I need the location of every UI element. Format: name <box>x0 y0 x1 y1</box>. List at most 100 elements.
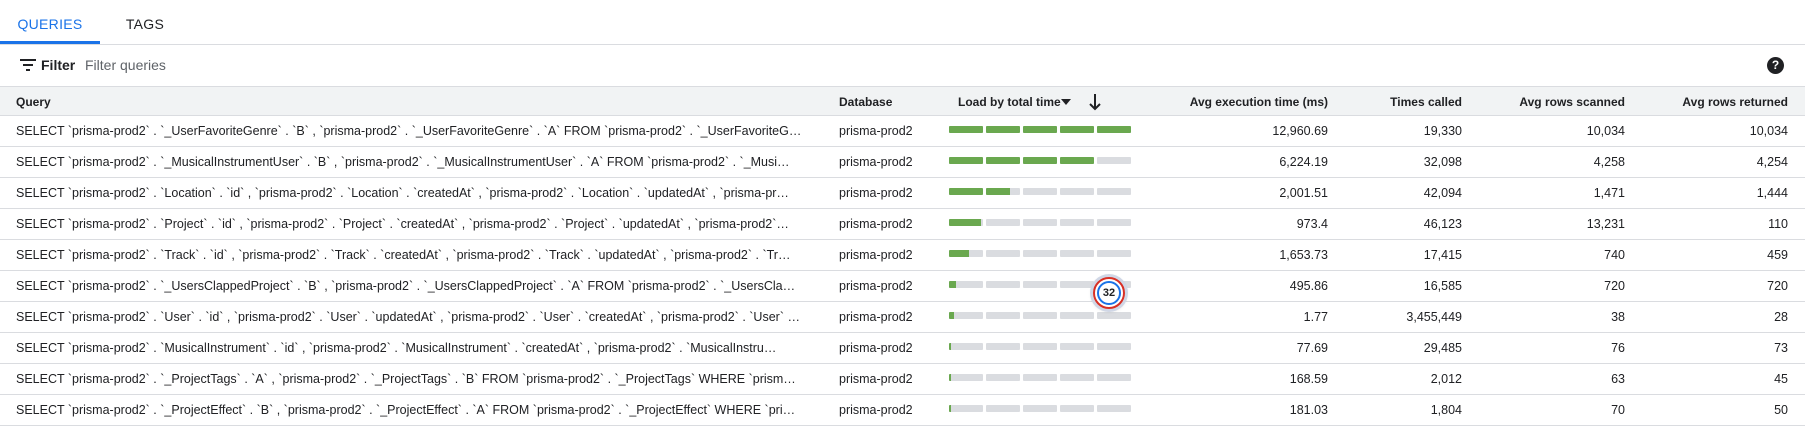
load-bar-segment <box>1060 405 1094 412</box>
times-called-cell: 2,012 <box>1430 372 1462 386</box>
tab-queries[interactable]: QUERIES <box>0 0 100 45</box>
table-row[interactable]: SELECT `prisma-prod2` . `MusicalInstrume… <box>0 333 1805 364</box>
load-bar-segment <box>1097 312 1131 319</box>
load-bar-segment <box>1060 343 1094 350</box>
times-called-cell: 1,804 <box>1430 403 1462 417</box>
times-called-cell: 3,455,449 <box>1406 310 1462 324</box>
table-row[interactable]: SELECT `prisma-prod2` . `Location` . `id… <box>0 178 1805 209</box>
query-text[interactable]: SELECT `prisma-prod2` . `_UserFavoriteGe… <box>16 116 806 146</box>
query-text[interactable]: SELECT `prisma-prod2` . `Location` . `id… <box>16 178 806 208</box>
filter-icon[interactable] <box>20 59 36 71</box>
times-called-cell: 32,098 <box>1423 155 1462 169</box>
load-bar-segment <box>1023 281 1057 288</box>
overlay-badge[interactable]: 32 <box>1093 277 1125 309</box>
load-bar-segment <box>1023 126 1057 133</box>
load-bar-segment <box>986 250 1020 257</box>
avg-execution-time-cell: 1,653.73 <box>1279 248 1328 262</box>
column-header-load[interactable]: Load by total time <box>958 87 1061 117</box>
tab-tags[interactable]: TAGS <box>100 0 190 45</box>
load-bar-segment <box>986 405 1020 412</box>
table-row[interactable]: SELECT `prisma-prod2` . `Track` . `id` ,… <box>0 240 1805 271</box>
column-header-avg-execution-time[interactable]: Avg execution time (ms) <box>1140 87 1328 117</box>
load-bar-segment <box>1060 281 1094 288</box>
query-text[interactable]: SELECT `prisma-prod2` . `_MusicalInstrum… <box>16 147 806 177</box>
table-row[interactable]: SELECT `prisma-prod2` . `_MusicalInstrum… <box>0 147 1805 178</box>
load-bar-segment <box>986 219 1020 226</box>
avg-rows-scanned-cell: 76 <box>1611 341 1625 355</box>
load-bar <box>949 188 1131 195</box>
avg-rows-returned-cell: 4,254 <box>1756 155 1788 169</box>
load-bar-segment <box>1097 250 1131 257</box>
avg-rows-returned-cell: 10,034 <box>1749 124 1788 138</box>
avg-rows-scanned-cell: 10,034 <box>1586 124 1625 138</box>
table-row[interactable]: SELECT `prisma-prod2` . `_ProjectEffect`… <box>0 395 1805 426</box>
query-text[interactable]: SELECT `prisma-prod2` . `_UsersClappedPr… <box>16 271 806 301</box>
sort-descending-arrow-icon[interactable] <box>1088 93 1102 111</box>
query-text[interactable]: SELECT `prisma-prod2` . `_ProjectEffect`… <box>16 395 806 425</box>
load-bar-segment <box>949 281 983 288</box>
avg-rows-returned-cell: 73 <box>1774 341 1788 355</box>
column-header-times-called[interactable]: Times called <box>1340 87 1462 117</box>
avg-execution-time-cell: 181.03 <box>1289 403 1328 417</box>
query-text[interactable]: SELECT `prisma-prod2` . `Track` . `id` ,… <box>16 240 806 270</box>
avg-execution-time-cell: 77.69 <box>1296 341 1328 355</box>
query-text[interactable]: SELECT `prisma-prod2` . `Project` . `id`… <box>16 209 806 239</box>
avg-rows-returned-cell: 28 <box>1774 310 1788 324</box>
load-bar <box>949 250 1131 257</box>
avg-rows-scanned-cell: 740 <box>1604 248 1625 262</box>
database-cell: prisma-prod2 <box>839 217 913 231</box>
column-header-avg-rows-returned[interactable]: Avg rows returned <box>1630 87 1788 117</box>
load-bar-segment <box>986 374 1020 381</box>
load-bar-segment <box>1060 126 1094 133</box>
load-bar-segment <box>986 126 1020 133</box>
filter-bar: Filter ? <box>0 45 1805 86</box>
avg-rows-scanned-cell: 70 <box>1611 403 1625 417</box>
load-bar <box>949 312 1131 319</box>
load-bar-segment <box>1023 188 1057 195</box>
load-bar-segment <box>1023 312 1057 319</box>
avg-rows-scanned-cell: 4,258 <box>1593 155 1625 169</box>
query-insights-page: QUERIES TAGS Filter ? Query Database Loa… <box>0 0 1805 428</box>
filter-label[interactable]: Filter <box>41 57 75 73</box>
database-cell: prisma-prod2 <box>839 341 913 355</box>
load-bar-segment <box>1097 157 1131 164</box>
times-called-cell: 19,330 <box>1423 124 1462 138</box>
load-bar-segment <box>986 157 1020 164</box>
query-text[interactable]: SELECT `prisma-prod2` . `_ProjectTags` .… <box>16 364 806 394</box>
load-bar-segment <box>1023 374 1057 381</box>
table-row[interactable]: SELECT `prisma-prod2` . `_UsersClappedPr… <box>0 271 1805 302</box>
load-bar-segment <box>986 281 1020 288</box>
avg-execution-time-cell: 168.59 <box>1289 372 1328 386</box>
avg-rows-returned-cell: 720 <box>1767 279 1788 293</box>
database-cell: prisma-prod2 <box>839 372 913 386</box>
query-text[interactable]: SELECT `prisma-prod2` . `MusicalInstrume… <box>16 333 806 363</box>
times-called-cell: 16,585 <box>1423 279 1462 293</box>
load-bar-segment <box>1023 219 1057 226</box>
table-row[interactable]: SELECT `prisma-prod2` . `Project` . `id`… <box>0 209 1805 240</box>
load-bar-segment <box>1060 250 1094 257</box>
table-body: SELECT `prisma-prod2` . `_UserFavoriteGe… <box>0 116 1805 426</box>
load-bar-segment <box>1023 405 1057 412</box>
load-bar-segment <box>949 188 983 195</box>
filter-queries-input[interactable] <box>85 52 585 78</box>
avg-rows-scanned-cell: 720 <box>1604 279 1625 293</box>
avg-execution-time-cell: 2,001.51 <box>1279 186 1328 200</box>
load-bar <box>949 126 1131 133</box>
column-header-database[interactable]: Database <box>839 87 892 117</box>
query-text[interactable]: SELECT `prisma-prod2` . `User` . `id` , … <box>16 302 806 332</box>
table-row[interactable]: SELECT `prisma-prod2` . `_UserFavoriteGe… <box>0 116 1805 147</box>
table-row[interactable]: SELECT `prisma-prod2` . `User` . `id` , … <box>0 302 1805 333</box>
avg-rows-scanned-cell: 13,231 <box>1586 217 1625 231</box>
help-icon[interactable]: ? <box>1767 57 1784 74</box>
load-bar-segment <box>949 374 983 381</box>
load-bar <box>949 405 1131 412</box>
times-called-cell: 17,415 <box>1423 248 1462 262</box>
column-header-avg-rows-scanned[interactable]: Avg rows scanned <box>1470 87 1625 117</box>
table-row[interactable]: SELECT `prisma-prod2` . `_ProjectTags` .… <box>0 364 1805 395</box>
times-called-cell: 46,123 <box>1423 217 1462 231</box>
load-bar-segment <box>949 157 983 164</box>
tab-bar: QUERIES TAGS <box>0 0 1805 45</box>
load-bar <box>949 219 1131 226</box>
sort-dropdown-icon[interactable] <box>1061 99 1071 105</box>
column-header-query[interactable]: Query <box>16 87 51 117</box>
